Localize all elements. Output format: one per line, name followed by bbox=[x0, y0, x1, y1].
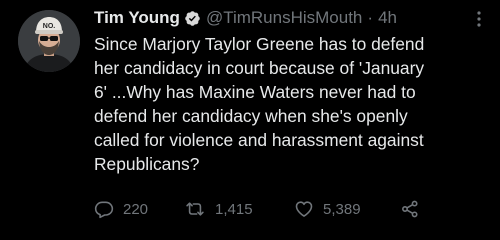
tweet-text-line: defend her candidacy when she's openly bbox=[94, 106, 408, 126]
tweet-text: Since Marjory Taylor Greene has to defen… bbox=[94, 32, 484, 176]
reply-icon bbox=[94, 201, 114, 219]
retweet-button[interactable]: 1,415 bbox=[184, 196, 253, 222]
more-options-icon[interactable] bbox=[472, 10, 486, 28]
timestamp[interactable]: 4h bbox=[378, 8, 397, 28]
tweet-text-line: Since Marjory Taylor Greene has to defen… bbox=[94, 34, 425, 54]
reply-button[interactable]: 220 bbox=[94, 196, 148, 222]
like-count: 5,389 bbox=[323, 200, 361, 218]
tweet-header: Tim Young @TimRunsHisMouth · 4h bbox=[94, 7, 397, 29]
avatar[interactable]: NO. bbox=[18, 10, 80, 72]
verified-badge-icon bbox=[185, 10, 200, 26]
tweet-text-line: Republicans? bbox=[94, 154, 200, 174]
share-button[interactable] bbox=[400, 196, 429, 222]
retweet-icon bbox=[186, 202, 204, 216]
separator-dot: · bbox=[367, 8, 374, 27]
reply-count: 220 bbox=[123, 200, 149, 218]
heart-icon bbox=[295, 201, 313, 217]
tweet-text-line: 6' ...Why has Maxine Waters never had to bbox=[94, 82, 416, 102]
tweet[interactable]: NO. Tim Young @TimRunsHisMouth · 4h Sinc… bbox=[0, 0, 500, 240]
retweet-count: 1,415 bbox=[215, 200, 253, 218]
tweet-actions: 220 1,415 5,389 bbox=[94, 196, 434, 222]
tweet-text-line: her candidacy in court because of 'Janua… bbox=[94, 58, 425, 78]
author-handle[interactable]: @TimRunsHisMouth bbox=[206, 8, 362, 28]
author-display-name[interactable]: Tim Young bbox=[94, 8, 180, 28]
share-icon bbox=[402, 200, 418, 218]
tweet-text-line: called for violence and harassment again… bbox=[94, 130, 424, 150]
like-button[interactable]: 5,389 bbox=[294, 196, 361, 222]
avatar-hat-text: NO. bbox=[43, 23, 56, 30]
